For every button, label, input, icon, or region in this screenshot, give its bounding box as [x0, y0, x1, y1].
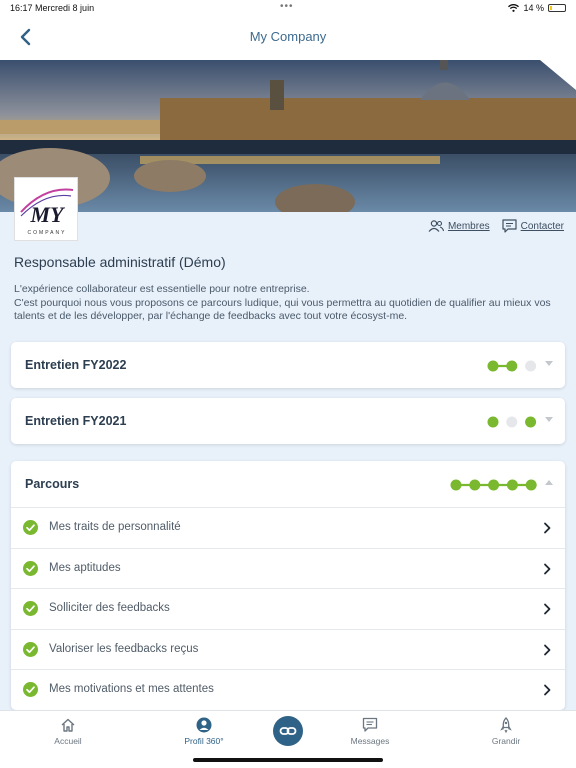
chevron-right-icon	[544, 684, 551, 696]
battery-percent: 14 %	[523, 3, 544, 13]
progress-step-done	[469, 479, 481, 491]
chevron-up-icon	[545, 480, 553, 485]
progress-step-todo	[506, 416, 518, 428]
check-circle-icon	[23, 682, 38, 697]
progress-step-done	[487, 416, 499, 428]
tab-label: Accueil	[54, 736, 82, 746]
members-link-label: Membres	[447, 220, 490, 232]
page-title: My Company	[249, 29, 327, 44]
tab-accueil[interactable]: Accueil	[28, 717, 108, 746]
list-item-label: Valoriser les feedbacks reçus	[49, 642, 199, 655]
svg-text:MY: MY	[30, 202, 67, 227]
status-right: 14 %	[508, 3, 566, 13]
card-title: Parcours	[25, 477, 80, 491]
tab-grandir[interactable]: Grandir	[466, 717, 546, 746]
navigation-bar: My Company	[0, 15, 576, 60]
message-icon	[362, 717, 378, 732]
home-indicator[interactable]	[193, 758, 383, 762]
wifi-icon	[508, 4, 520, 12]
status-bar: 16:17 Mercredi 8 juin ••• 14 %	[0, 0, 576, 15]
parcours-list: Mes traits de personnalité Mes aptitudes S…	[11, 507, 565, 710]
check-circle-icon	[23, 641, 38, 657]
multitasking-dots[interactable]: •••	[280, 1, 294, 12]
tab-messages[interactable]: Messages	[330, 717, 410, 746]
contact-link-label: Contacter	[520, 220, 564, 232]
status-time: 16:17 Mercredi 8 juin	[10, 3, 95, 13]
card-title: Entretien FY2022	[25, 358, 127, 372]
list-item[interactable]: Solliciter des feedbacks	[11, 588, 565, 629]
header-links: Membres Contacter	[428, 219, 564, 233]
tab-label: Messages	[350, 736, 390, 746]
members-link[interactable]: Membres	[428, 219, 490, 233]
intro-text: L'expérience collaborateur est essentiel…	[14, 283, 551, 322]
list-item[interactable]: Mes motivations et mes attentes	[11, 669, 565, 710]
card-entretien-fy2022: Entretien FY2022	[11, 342, 565, 388]
progress-steps	[487, 360, 537, 372]
progress-step-done	[450, 479, 462, 491]
tab-label: Grandir	[491, 736, 521, 746]
chat-icon	[502, 219, 517, 233]
tab-profil-360[interactable]: Profil 360°	[164, 717, 244, 746]
tab-label: Profil 360°	[184, 736, 224, 746]
card-title: Entretien FY2021	[25, 414, 127, 428]
list-item[interactable]: Mes aptitudes	[11, 547, 565, 589]
list-item-label: Mes motivations et mes attentes	[49, 683, 214, 695]
check-circle-icon	[23, 520, 38, 535]
progress-steps	[450, 479, 537, 491]
role-title: Responsable administratif (Démo)	[14, 254, 226, 270]
home-icon	[61, 718, 75, 732]
card-header-parcours[interactable]: Parcours	[11, 461, 565, 507]
card-entretien-fy2021: Entretien FY2021	[11, 398, 565, 444]
list-item[interactable]: Mes traits de personnalité	[11, 507, 565, 548]
progress-step-done	[487, 479, 499, 491]
check-circle-icon	[23, 601, 38, 616]
list-item-label: Solliciter des feedbacks	[49, 602, 170, 614]
chevron-right-icon	[544, 603, 551, 615]
card-header-fy2022[interactable]: Entretien FY2022	[11, 342, 565, 388]
progress-step-done	[525, 416, 537, 428]
list-item[interactable]: Valoriser les feedbacks reçus	[11, 628, 565, 670]
members-icon	[428, 220, 444, 232]
battery-icon	[548, 4, 566, 12]
progress-step-done	[506, 479, 518, 491]
progress-step-done	[506, 360, 518, 372]
chevron-right-icon	[544, 644, 551, 655]
chevron-down-icon	[545, 361, 553, 366]
company-logo: MY COMPANY	[14, 177, 78, 241]
card-header-fy2021[interactable]: Entretien FY2021	[11, 398, 565, 444]
progress-step-todo	[525, 360, 537, 372]
link-icon	[279, 727, 297, 735]
check-circle-icon	[23, 560, 38, 576]
chevron-right-icon	[544, 563, 551, 574]
cover-banner	[0, 60, 576, 212]
contact-link[interactable]: Contacter	[502, 219, 564, 233]
rocket-icon	[500, 717, 512, 733]
svg-text:COMPANY: COMPANY	[28, 230, 67, 236]
list-item-label: Mes aptitudes	[49, 561, 121, 574]
profile-icon	[196, 717, 212, 733]
progress-steps	[487, 416, 537, 428]
card-parcours: Parcours Mes traits de personnalité Mes a…	[11, 461, 565, 710]
progress-step-done	[525, 479, 537, 491]
center-link-button[interactable]	[273, 716, 303, 746]
progress-step-done	[487, 360, 499, 372]
list-item-label: Mes traits de personnalité	[49, 521, 181, 533]
chevron-right-icon	[544, 522, 551, 534]
chevron-down-icon	[545, 417, 553, 422]
